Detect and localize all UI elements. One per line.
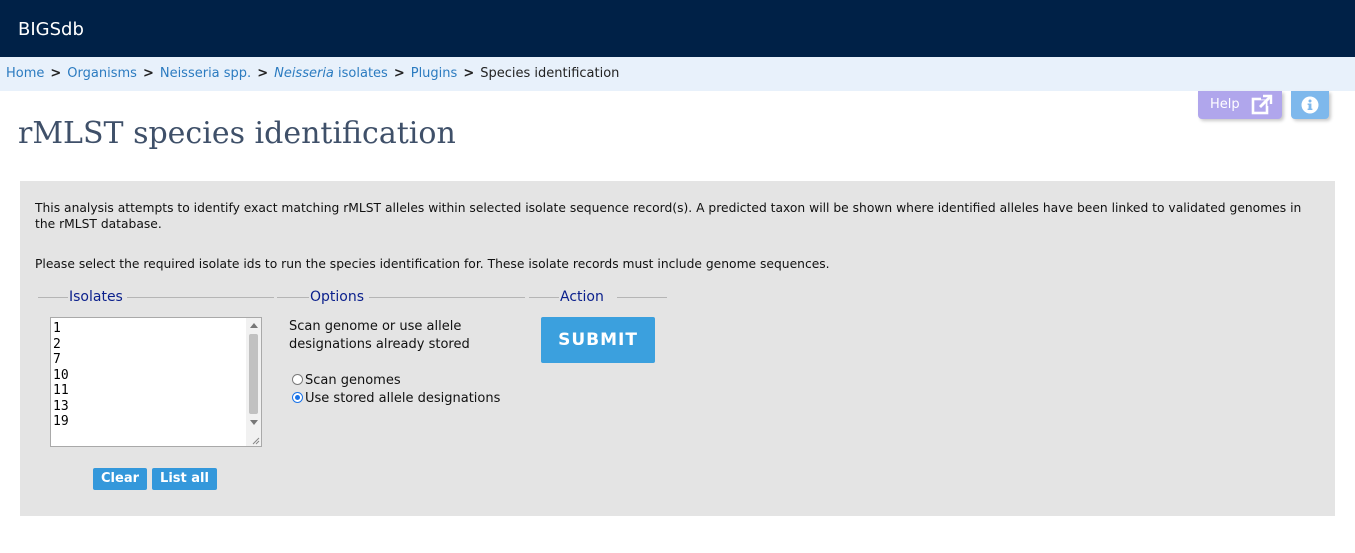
options-legend: Options (277, 289, 525, 305)
help-button[interactable]: Help (1198, 91, 1282, 119)
options-legend-label: Options (310, 289, 365, 305)
breadcrumb-separator: > (463, 66, 475, 81)
isolate-option[interactable]: 2 (51, 337, 69, 353)
radio-stored-designations[interactable]: Use stored allele designations (292, 391, 500, 407)
description-text: This analysis attempts to identify exact… (35, 201, 1302, 231)
scroll-up-arrow-icon[interactable] (250, 323, 258, 328)
radio-scan-genomes-label: Scan genomes (305, 373, 401, 388)
breadcrumb-separator: > (393, 66, 405, 81)
action-legend-label: Action (560, 289, 604, 305)
isolate-option[interactable]: 19 (51, 414, 69, 430)
scroll-thumb[interactable] (249, 334, 258, 414)
radio-scan-genomes[interactable]: Scan genomes (292, 373, 401, 389)
clear-button[interactable]: Clear (93, 468, 147, 490)
breadcrumb-isolates-suffix: isolates (333, 66, 388, 81)
resize-grip-icon[interactable] (251, 436, 260, 445)
isolate-option[interactable]: 10 (51, 368, 69, 384)
breadcrumb-bar: Home > Organisms > Neisseria spp. > Neisseria … (0, 57, 1355, 91)
page-title: rMLST species identification (18, 116, 456, 151)
isolates-legend: Isolates (38, 289, 274, 305)
isolate-option[interactable]: 11 (51, 383, 69, 399)
isolate-id-list[interactable]: 1 2 7 10 11 13 19 (50, 317, 262, 447)
info-circle-icon (1301, 96, 1319, 114)
breadcrumb-separator: > (142, 66, 154, 81)
top-navbar: BIGSdb (0, 0, 1355, 57)
isolate-option[interactable]: 1 (51, 321, 69, 337)
breadcrumb-separator: > (257, 66, 269, 81)
list-scrollbar[interactable] (246, 318, 261, 446)
breadcrumb-neisseria-spp[interactable]: Neisseria spp. (160, 66, 251, 81)
options-prompt: Scan genome or use allele designations a… (289, 319, 470, 352)
radio-stored-designations-circle[interactable] (292, 392, 303, 403)
breadcrumb-neisseria-isolates[interactable]: Neisseria isolates (274, 66, 388, 81)
breadcrumb-plugins[interactable]: Plugins (411, 66, 458, 81)
breadcrumb-organisms[interactable]: Organisms (67, 66, 137, 81)
breadcrumb-current: Species identification (480, 66, 620, 81)
isolates-legend-label: Isolates (69, 289, 123, 305)
action-legend: Action (529, 289, 667, 305)
breadcrumb-home[interactable]: Home (6, 66, 44, 81)
radio-scan-genomes-circle[interactable] (292, 374, 303, 385)
scroll-down-arrow-icon[interactable] (250, 420, 258, 425)
info-button[interactable] (1291, 91, 1329, 119)
isolate-option[interactable]: 13 (51, 399, 69, 415)
breadcrumb-genus: Neisseria (274, 66, 334, 81)
breadcrumb-separator: > (50, 66, 62, 81)
instructions-text: Please select the required isolate ids t… (35, 257, 830, 271)
help-button-label: Help (1210, 97, 1240, 112)
app-brand[interactable]: BIGSdb (18, 19, 84, 41)
submit-button[interactable]: SUBMIT (541, 317, 655, 363)
breadcrumb: Home > Organisms > Neisseria spp. > Neisseria … (6, 66, 619, 82)
isolate-option[interactable]: 7 (51, 352, 69, 368)
external-link-icon (1251, 94, 1273, 115)
plugin-form-panel: This analysis attempts to identify exact… (20, 181, 1335, 516)
list-all-button[interactable]: List all (152, 468, 217, 490)
radio-stored-designations-label: Use stored allele designations (305, 391, 501, 406)
isolate-id-options: 1 2 7 10 11 13 19 (51, 321, 69, 430)
